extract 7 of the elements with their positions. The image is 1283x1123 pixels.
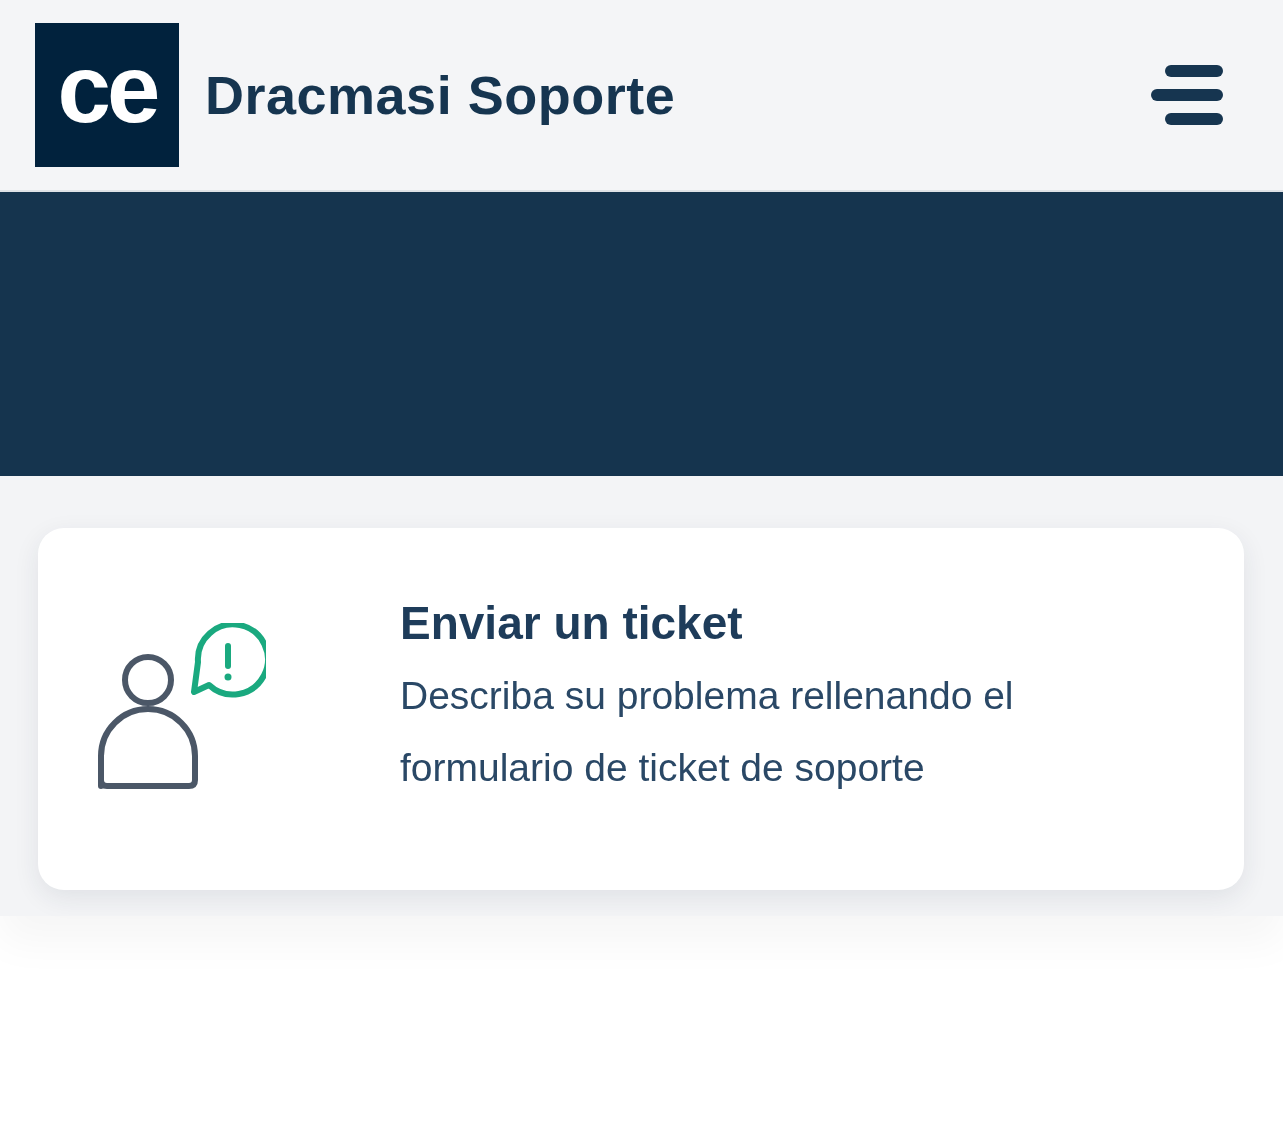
card-description: Describa su problema rellenando el formulario de ticket de soporte	[400, 673, 1015, 791]
logo[interactable]: ce	[35, 23, 179, 167]
site-title: Dracmasi Soporte	[205, 64, 676, 126]
ticket-card[interactable]: Enviar un ticket Describa su problema rellenando el formulario de ticket de soporte	[38, 528, 1244, 890]
card-title: Enviar un ticket	[400, 596, 744, 650]
menu-icon[interactable]	[1151, 65, 1223, 125]
person-alert-icon	[98, 623, 266, 791]
